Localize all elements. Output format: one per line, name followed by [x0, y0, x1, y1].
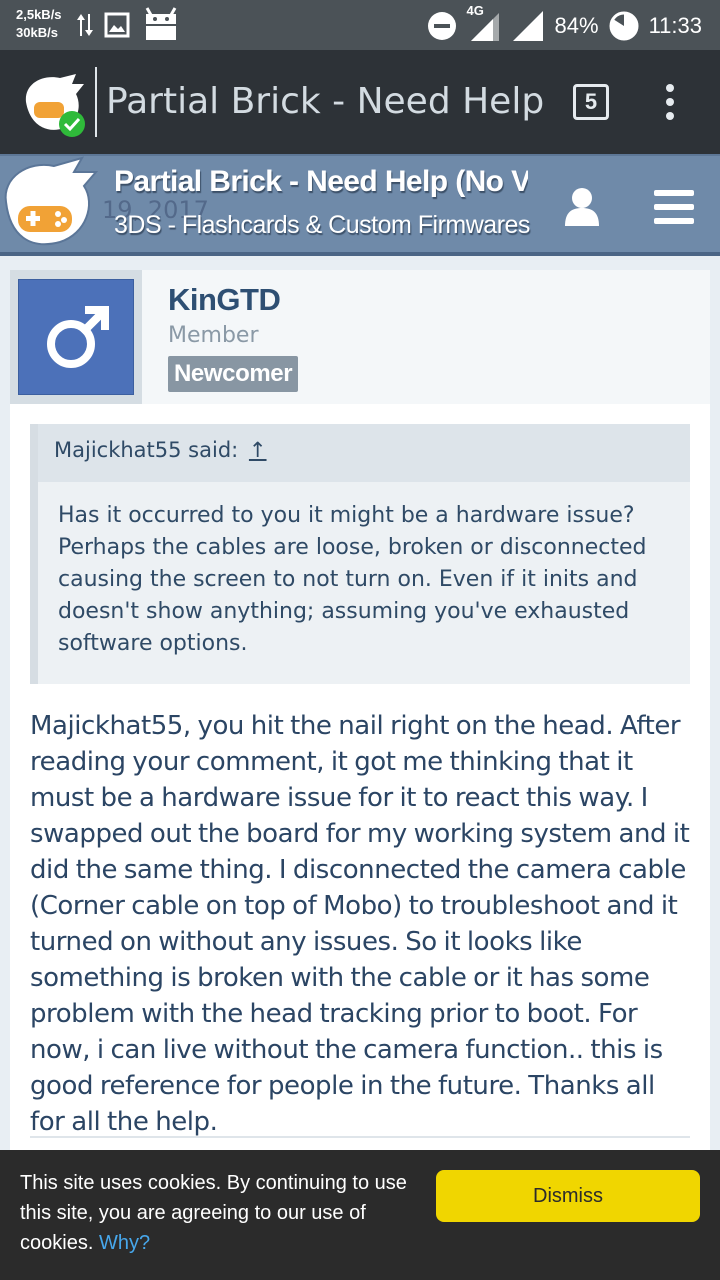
quote-text: Has it occurred to you it might be a har… [58, 503, 647, 656]
network-speed: 2,5kB/s 30kB/s [16, 6, 62, 42]
signal-strength-icon [512, 11, 543, 41]
gallery-icon [104, 12, 130, 38]
post-divider [30, 1136, 690, 1138]
data-transfer-icon [77, 14, 93, 36]
toolbar-divider [95, 67, 97, 137]
user-badge: Newcomer [168, 356, 299, 392]
network-type: 4G [466, 3, 484, 18]
quote-block: Majickhat55 said: ↑ Has it occurred to y… [30, 424, 690, 684]
thread-title: Partial Brick - Need Help (No Vi... [114, 165, 528, 198]
user-title: Member [168, 323, 259, 348]
overflow-menu-icon[interactable] [662, 84, 678, 122]
post: KinGTD Member Newcomer Majickhat55 said:… [10, 270, 710, 1170]
quote-author: Majickhat55 said: [54, 438, 239, 462]
avatar[interactable] [18, 279, 134, 395]
cookie-text-block: This site uses cookies. By continuing to… [20, 1168, 425, 1258]
site-header: 19, 2017 Partial Brick - Need Help (No V… [0, 154, 720, 256]
quote-attribution: Majickhat55 said: ↑ [38, 424, 690, 482]
quote-jump-link[interactable]: ↑ [249, 438, 267, 462]
avatar-frame [10, 270, 142, 404]
dismiss-button[interactable]: Dismiss [436, 1170, 700, 1222]
site-logo[interactable] [0, 156, 104, 252]
cookie-text: This site uses cookies. By continuing to… [20, 1172, 407, 1254]
battery-icon [609, 11, 639, 41]
upload-speed: 2,5kB/s [16, 7, 62, 22]
site-favicon[interactable] [20, 72, 90, 140]
browser-toolbar: Partial Brick - Need Help (N 5 [0, 50, 720, 154]
forum-breadcrumb[interactable]: 3DS - Flashcards & Custom Firmwares [114, 208, 530, 242]
do-not-disturb-icon [427, 12, 456, 40]
post-message: Majickhat55, you hit the nail right on t… [30, 711, 690, 1137]
tab-title[interactable]: Partial Brick - Need Help (N [106, 78, 546, 126]
battery-percent: 84% [554, 13, 599, 38]
cookie-notice: This site uses cookies. By continuing to… [0, 1150, 720, 1280]
hamburger-menu-icon[interactable] [654, 190, 694, 224]
android-icon [145, 7, 177, 40]
status-bar: 2,5kB/s 30kB/s 4G 84% 11:33 [0, 0, 720, 50]
post-author-bar: KinGTD Member Newcomer [10, 270, 710, 404]
clock: 11:33 [648, 13, 702, 38]
username[interactable]: KinGTD [168, 280, 281, 320]
status-right: 4G 84% 11:33 [427, 3, 702, 44]
download-speed: 30kB/s [16, 25, 58, 40]
tab-switcher-button[interactable]: 5 [573, 84, 609, 120]
signal-4g: 4G [467, 3, 501, 43]
cookie-why-link[interactable]: Why? [99, 1232, 150, 1254]
user-icon[interactable] [562, 186, 602, 228]
male-symbol-icon [47, 306, 109, 368]
